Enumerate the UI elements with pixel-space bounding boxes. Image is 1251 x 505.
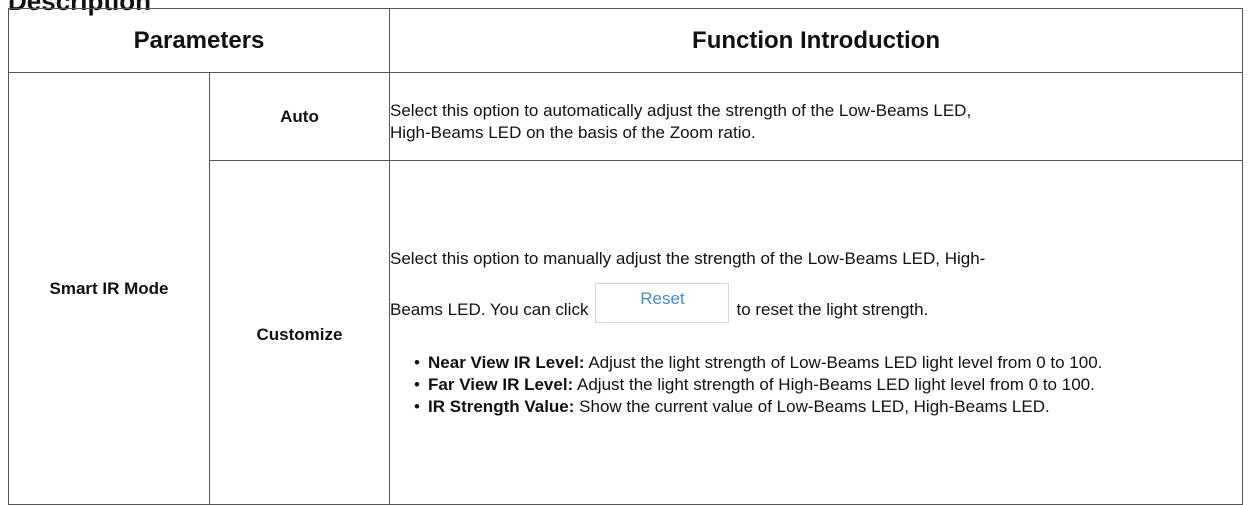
header-function-introduction: Function Introduction bbox=[389, 8, 1244, 73]
description-text: High-Beams LED on the basis of the Zoom … bbox=[390, 123, 756, 142]
description-auto: Select this option to automatically adju… bbox=[389, 72, 1244, 161]
feature-list: • Near View IR Level: Adjust the light st… bbox=[390, 352, 1242, 418]
bullet-icon: • bbox=[414, 396, 420, 416]
table-row: Smart IR Mode Auto Select this option to… bbox=[8, 72, 1244, 505]
reset-button[interactable]: Reset bbox=[595, 282, 730, 323]
list-item-term: Near View IR Level: bbox=[428, 352, 585, 372]
list-item-text: Adjust the light strength of Low-Beams L… bbox=[584, 352, 1103, 372]
list-item: • Near View IR Level: Adjust the light st… bbox=[414, 352, 1242, 374]
description-text: to reset the light strength. bbox=[736, 299, 929, 319]
list-item: • Far View IR Level: Adjust the light str… bbox=[414, 374, 1242, 396]
bullet-icon: • bbox=[414, 374, 420, 394]
list-item-text: Show the current value of Low-Beams LED,… bbox=[574, 396, 1050, 416]
list-item-text: Adjust the light strength of High-Beams … bbox=[573, 374, 1095, 394]
description-text: Select this option to automatically adju… bbox=[390, 101, 972, 120]
list-item: • IR Strength Value: Show the current val… bbox=[414, 396, 1242, 418]
description-text: Beams LED. You can click bbox=[390, 299, 589, 319]
option-customize: Customize bbox=[208, 160, 391, 505]
option-auto: Auto bbox=[208, 72, 391, 161]
description-text: Select this option to manually adjust th… bbox=[390, 248, 986, 268]
description-customize: Select this option to manually adjust th… bbox=[389, 160, 1244, 505]
description-line-with-button: Beams LED. You can click Reset to reset … bbox=[390, 282, 1242, 330]
header-parameters: Parameters bbox=[7, 8, 391, 73]
list-item-term: IR Strength Value: bbox=[428, 396, 575, 416]
list-item-term: Far View IR Level: bbox=[428, 374, 574, 394]
parameters-table: Parameters Function Introduction Smart I… bbox=[7, 8, 1244, 505]
mode-cell: Smart IR Mode bbox=[8, 72, 210, 505]
bullet-icon: • bbox=[414, 352, 420, 372]
table-header-row: Parameters Function Introduction bbox=[7, 8, 1244, 73]
